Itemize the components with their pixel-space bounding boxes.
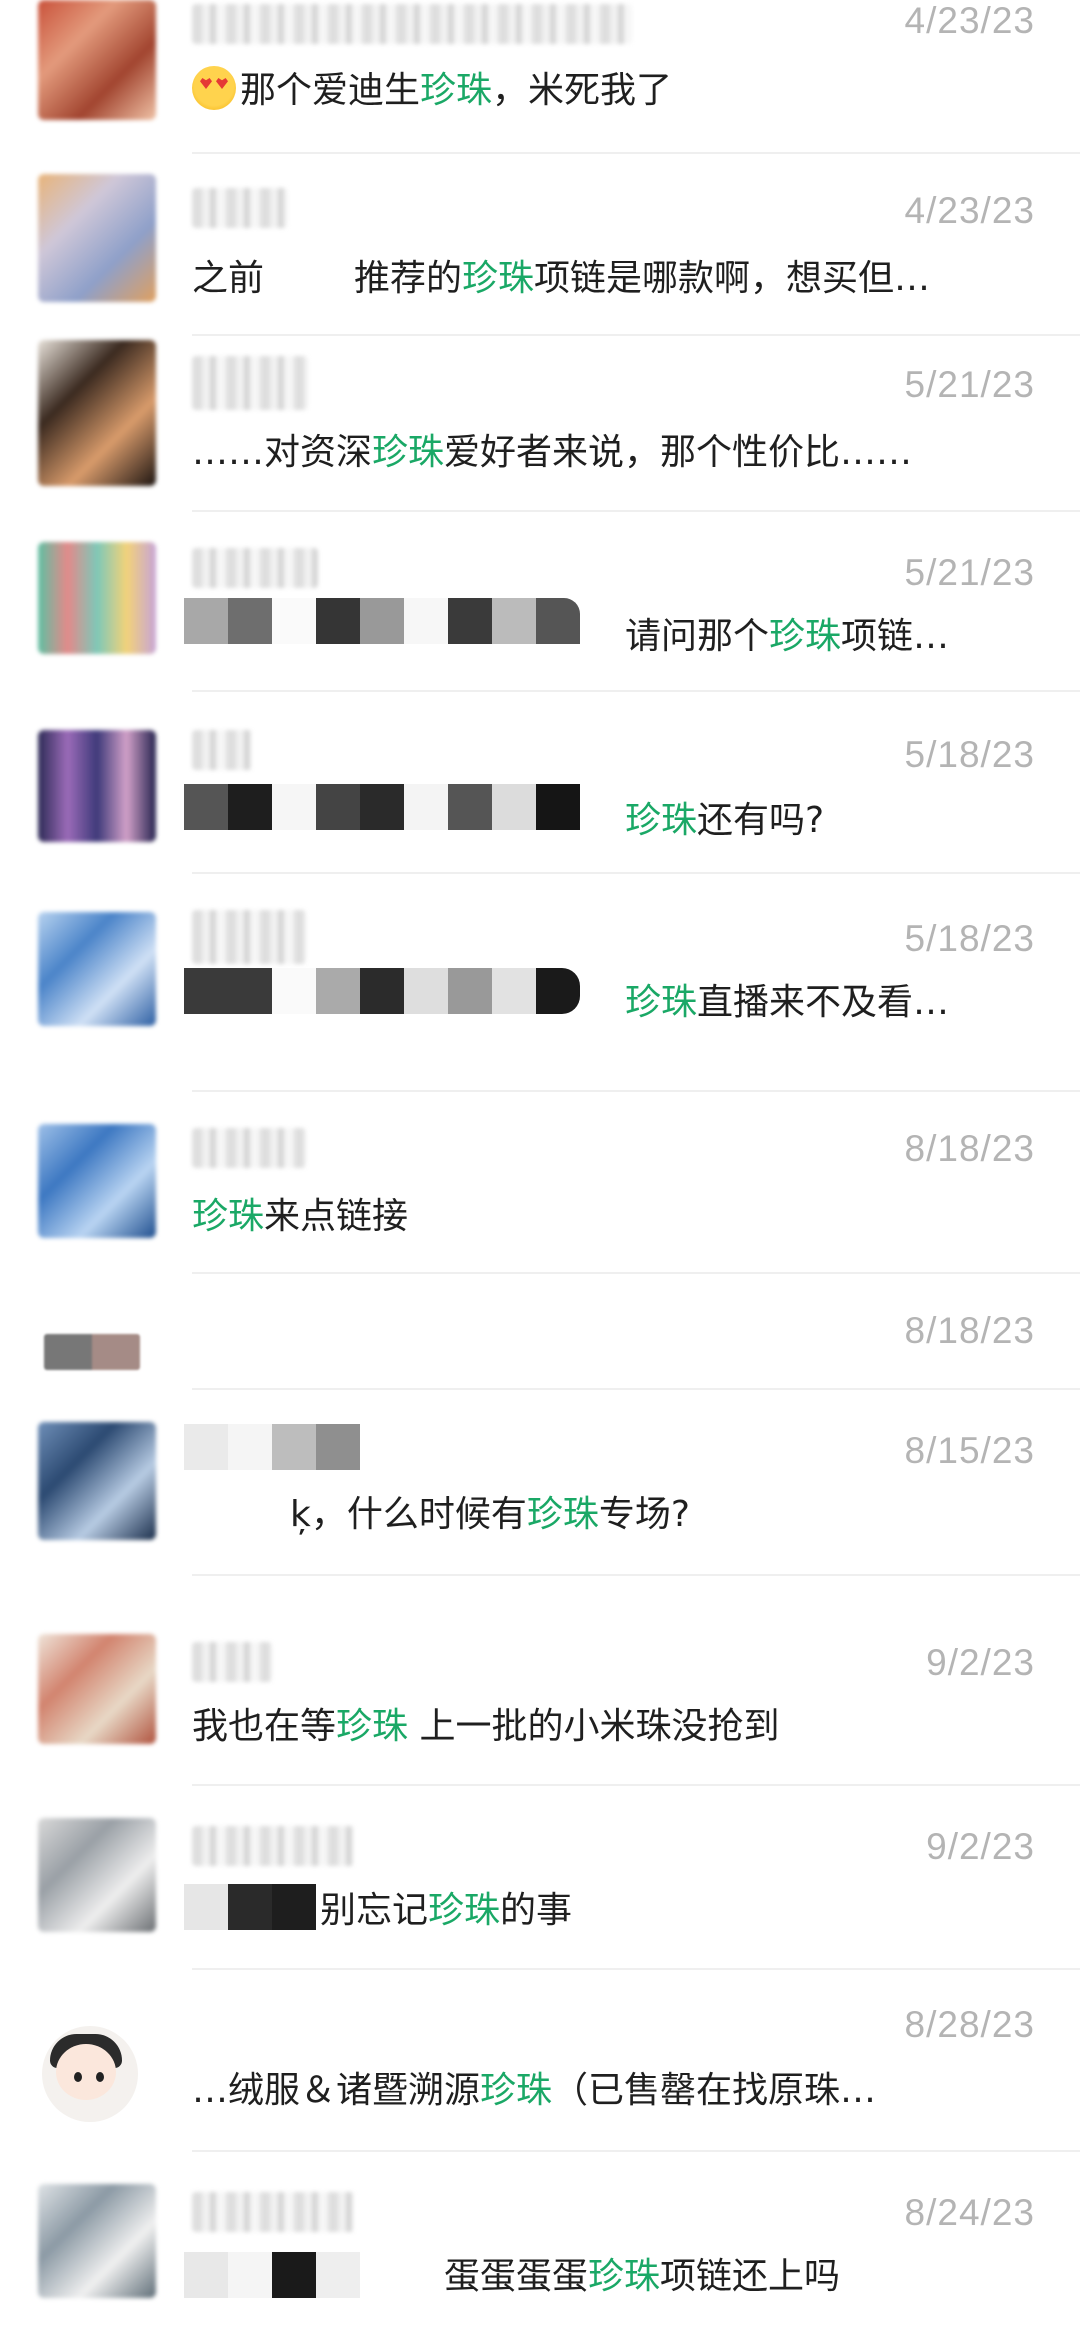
list-item[interactable]: 4/23/23 之前 推荐的珍珠项链是哪款啊，想买但… bbox=[0, 154, 1080, 336]
list-item[interactable]: 8/18/23 bbox=[0, 1274, 1080, 1390]
redacted-text-pixels bbox=[184, 1884, 316, 1930]
avatar[interactable] bbox=[38, 0, 156, 120]
contact-name-blurred bbox=[192, 188, 288, 228]
message-date: 4/23/23 bbox=[904, 190, 1035, 231]
avatar[interactable] bbox=[42, 2026, 138, 2122]
message-date: 8/15/23 bbox=[904, 1430, 1035, 1471]
avatar[interactable] bbox=[38, 542, 156, 654]
list-item[interactable]: 5/21/23 请问那个珍珠项链… bbox=[0, 512, 1080, 692]
list-item[interactable]: 5/21/23 ……对资深珍珠爱好者来说，那个性价比…… bbox=[0, 336, 1080, 512]
list-item[interactable]: 8/28/23 …绒服＆诸暨溯源珍珠（已售罄在找原珠… bbox=[0, 1970, 1080, 2152]
message-date: 5/21/23 bbox=[904, 364, 1035, 405]
avatar[interactable] bbox=[38, 340, 156, 486]
message-date: 5/18/23 bbox=[904, 734, 1035, 775]
message-date: 8/18/23 bbox=[904, 1310, 1035, 1351]
message-date: 5/21/23 bbox=[904, 552, 1035, 593]
message-preview: 请问那个珍珠项链… bbox=[625, 616, 950, 657]
message-preview: 珍珠还有吗? bbox=[625, 800, 825, 841]
redacted-text-pixels bbox=[184, 598, 580, 644]
message-preview: ķ，什么时候有珍珠专场? bbox=[290, 1494, 690, 1535]
contact-name-blurred bbox=[192, 548, 318, 588]
list-item[interactable]: 5/18/23 珍珠直播来不及看… bbox=[0, 874, 1080, 1092]
message-preview: …绒服＆诸暨溯源珍珠（已售罄在找原珠… bbox=[192, 2070, 877, 2111]
list-item[interactable]: 8/15/23 ķ，什么时候有珍珠专场? bbox=[0, 1390, 1080, 1576]
message-date: 9/2/23 bbox=[926, 1826, 1035, 1867]
contact-name-blurred bbox=[192, 1642, 272, 1682]
contact-name-blurred bbox=[192, 910, 306, 964]
search-results-list: 4/23/23 那个爱迪生珍珠，米死我了 4/23/23 之前 推荐的珍珠项链是哪… bbox=[0, 0, 1080, 2349]
avatar[interactable] bbox=[38, 1634, 156, 1744]
contact-name-blurred bbox=[192, 4, 632, 44]
avatar[interactable] bbox=[38, 730, 156, 842]
message-preview: 珍珠直播来不及看… bbox=[625, 982, 950, 1023]
message-date: 8/28/23 bbox=[904, 2004, 1035, 2045]
list-item[interactable]: 8/24/23 蛋蛋蛋蛋珍珠项链还上吗 bbox=[0, 2152, 1080, 2349]
redacted-text-pixels bbox=[184, 2252, 360, 2298]
list-item[interactable]: 8/18/23 珍珠来点链接 bbox=[0, 1092, 1080, 1274]
contact-name-blurred bbox=[192, 356, 308, 410]
list-item[interactable]: 5/18/23 珍珠还有吗? bbox=[0, 692, 1080, 874]
contact-name-blurred bbox=[192, 1128, 306, 1168]
message-date: 8/24/23 bbox=[904, 2192, 1035, 2233]
message-preview: 珍珠来点链接 bbox=[192, 1196, 409, 1237]
contact-name-blurred bbox=[192, 1826, 354, 1866]
list-item[interactable]: 4/23/23 那个爱迪生珍珠，米死我了 bbox=[0, 0, 1080, 154]
avatar[interactable] bbox=[38, 2184, 156, 2298]
message-preview: 我也在等珍珠 上一批的小米珠没抢到 bbox=[192, 1706, 780, 1747]
avatar[interactable] bbox=[38, 1422, 156, 1540]
message-date: 9/2/23 bbox=[926, 1642, 1035, 1683]
avatar[interactable] bbox=[44, 1334, 140, 1370]
message-date: 4/23/23 bbox=[904, 0, 1035, 41]
message-preview: ……对资深珍珠爱好者来说，那个性价比…… bbox=[192, 432, 913, 473]
contact-name-blurred bbox=[192, 730, 252, 770]
message-date: 8/18/23 bbox=[904, 1128, 1035, 1169]
list-item[interactable]: 9/2/23 别忘记珍珠的事 bbox=[0, 1786, 1080, 1970]
message-preview: 蛋蛋蛋蛋珍珠项链还上吗 bbox=[444, 2256, 841, 2297]
redacted-text-pixels bbox=[184, 968, 580, 1014]
message-date: 5/18/23 bbox=[904, 918, 1035, 959]
message-preview: 那个爱迪生珍珠，米死我了 bbox=[192, 66, 672, 116]
list-item[interactable]: 9/2/23 我也在等珍珠 上一批的小米珠没抢到 bbox=[0, 1576, 1080, 1786]
redacted-text-pixels bbox=[184, 784, 580, 830]
heart-eyes-emoji-icon bbox=[192, 66, 236, 110]
redacted-text-pixels bbox=[184, 1424, 360, 1470]
contact-name-blurred bbox=[192, 2192, 354, 2232]
message-preview: 别忘记珍珠的事 bbox=[320, 1890, 573, 1931]
avatar[interactable] bbox=[38, 174, 156, 302]
message-preview: 之前 推荐的珍珠项链是哪款啊，想买但… bbox=[192, 258, 931, 299]
avatar[interactable] bbox=[38, 1124, 156, 1238]
avatar[interactable] bbox=[38, 1818, 156, 1932]
avatar[interactable] bbox=[38, 912, 156, 1026]
